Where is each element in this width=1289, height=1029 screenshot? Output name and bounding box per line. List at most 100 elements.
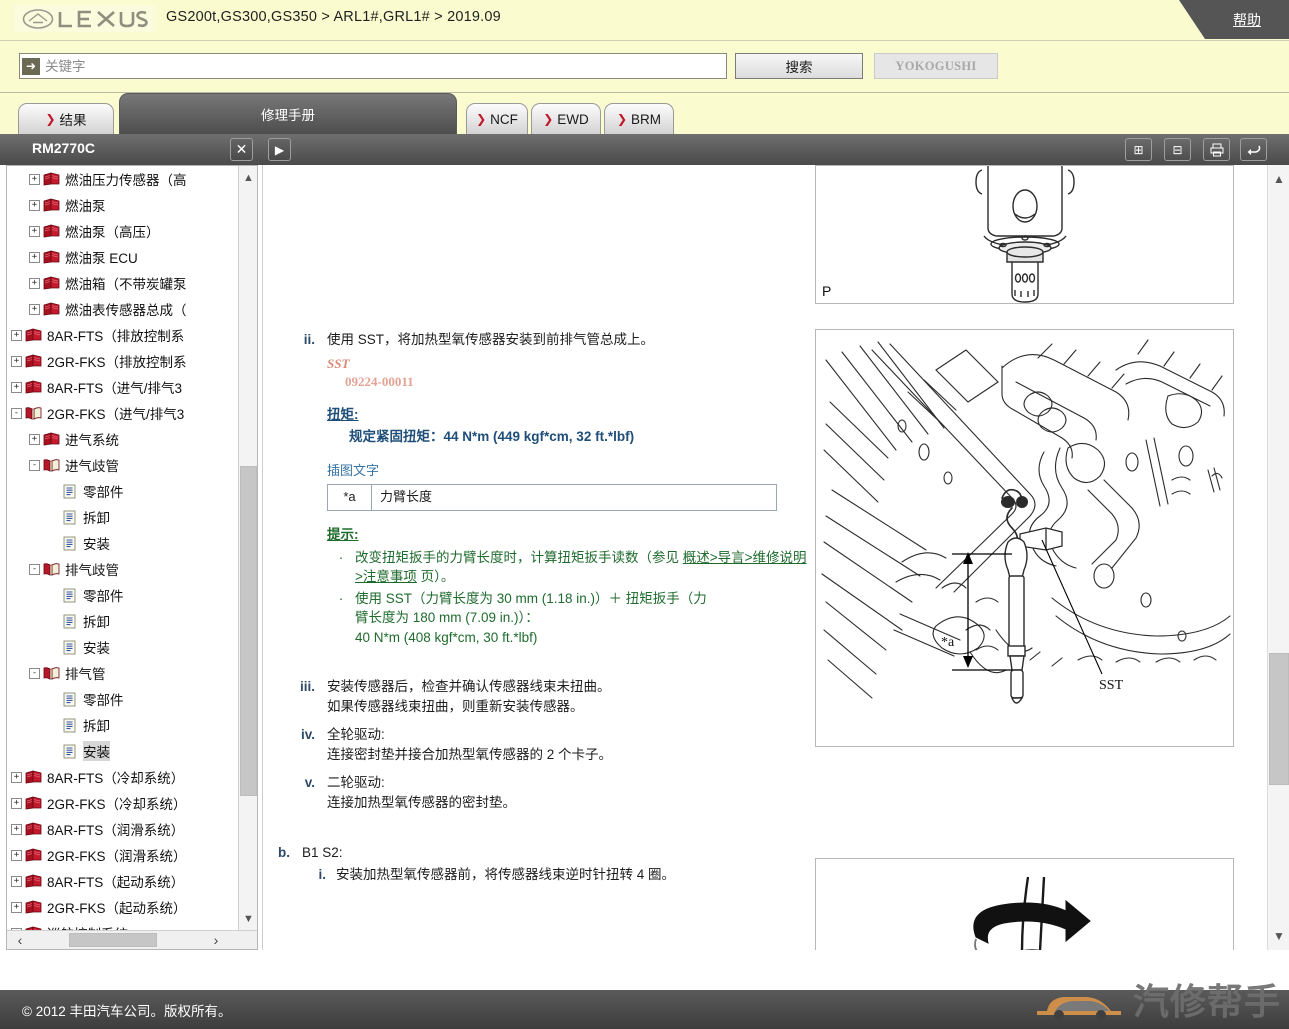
collapse-icon[interactable]: -: [11, 408, 22, 419]
step-iii: iii. 安装传感器后，检查并确认传感器线束未扭曲。 如果传感器线束扭曲，则重新…: [293, 677, 813, 716]
tab-repair-manual[interactable]: 修理手册: [119, 93, 457, 134]
expand-icon[interactable]: +: [29, 278, 40, 289]
expand-icon[interactable]: +: [29, 304, 40, 315]
help-button[interactable]: 帮助: [1205, 0, 1289, 39]
collapse-icon[interactable]: -: [29, 668, 40, 679]
illustration-value: 力臂长度: [372, 485, 777, 511]
tree-item-4[interactable]: +燃油箱（不带炭罐泵: [7, 270, 239, 296]
tree-item-3[interactable]: + 燃油泵 ECU: [7, 244, 239, 270]
closed-book-icon: [25, 796, 42, 811]
closed-book-icon: [43, 250, 60, 265]
expand-icon[interactable]: +: [11, 876, 22, 887]
sst-label: SST: [327, 355, 813, 374]
tree-item-22[interactable]: 安装: [7, 738, 239, 764]
expand-icon[interactable]: +: [11, 772, 22, 783]
tree-scrollbar-thumb[interactable]: [240, 466, 257, 796]
next-button[interactable]: ▶: [268, 138, 291, 161]
tree-hscrollbar-thumb[interactable]: [69, 933, 157, 947]
closed-book-icon: [25, 848, 42, 863]
tree-item-0[interactable]: +燃油压力传感器（高: [7, 166, 239, 192]
tree-item-28[interactable]: +2GR-FKS（起动系统）: [7, 894, 239, 920]
expand-icon[interactable]: +: [11, 850, 22, 861]
expand-icon[interactable]: +: [11, 824, 22, 835]
spacer-icon: [47, 642, 58, 653]
tree-item-20[interactable]: 零部件: [7, 686, 239, 712]
yokogushi-button[interactable]: YOKOGUSHI: [874, 53, 998, 79]
back-button[interactable]: [1240, 138, 1267, 161]
tab-brm[interactable]: ❯ BRM: [604, 103, 674, 134]
expand-icon[interactable]: +: [11, 356, 22, 367]
print-button[interactable]: [1203, 138, 1230, 161]
expand-icon[interactable]: +: [29, 252, 40, 263]
expand-all-button[interactable]: ⊞: [1125, 138, 1152, 161]
expand-icon[interactable]: +: [11, 382, 22, 393]
tree-item-24[interactable]: +2GR-FKS（冷却系统）: [7, 790, 239, 816]
tree-item-2[interactable]: +燃油泵（高压）: [7, 218, 239, 244]
collapse-all-button[interactable]: ⊟: [1164, 138, 1191, 161]
tree-item-13[interactable]: 拆卸: [7, 504, 239, 530]
tree-item-label: 零部件: [83, 689, 124, 709]
spacer-icon: [47, 694, 58, 705]
expand-icon[interactable]: +: [11, 330, 22, 341]
tree-item-11[interactable]: - 进气歧管: [7, 452, 239, 478]
closed-book-icon: [25, 822, 42, 837]
document-vertical-scrollbar[interactable]: ▲ ▼: [1267, 165, 1289, 950]
step-v-number: v.: [293, 773, 327, 812]
tree-item-9[interactable]: -2GR-FKS（进气/排气3: [7, 400, 239, 426]
watermark-text: 汽修帮手: [1133, 985, 1281, 1021]
expand-icon[interactable]: +: [29, 174, 40, 185]
scroll-right-icon[interactable]: ›: [205, 931, 227, 949]
expand-icon[interactable]: +: [29, 226, 40, 237]
document-scrollbar-thumb[interactable]: [1269, 653, 1289, 785]
tab-results[interactable]: ❯ 结果: [18, 103, 114, 134]
tree-horizontal-scrollbar[interactable]: ‹ ›: [7, 930, 257, 949]
tree-vertical-scrollbar[interactable]: ▲ ▼: [238, 166, 257, 931]
page-icon: [61, 510, 78, 525]
tree-item-6[interactable]: +8AR-FTS（排放控制系: [7, 322, 239, 348]
help-label: 帮助: [1233, 10, 1261, 30]
tree-item-label: 8AR-FTS（进气/排气3: [47, 377, 182, 397]
tree-item-10[interactable]: +进气系统: [7, 426, 239, 452]
search-input[interactable]: [40, 55, 726, 77]
tree-item-5[interactable]: +燃油表传感器总成（: [7, 296, 239, 322]
expand-icon[interactable]: +: [29, 200, 40, 211]
tree-item-14[interactable]: 安装: [7, 530, 239, 556]
tree-item-label: 进气歧管: [65, 455, 119, 475]
close-tree-button[interactable]: ✕: [230, 138, 253, 161]
search-button[interactable]: 搜索: [735, 53, 863, 79]
closed-book-icon: [43, 432, 60, 447]
tree-item-18[interactable]: 安装: [7, 634, 239, 660]
scroll-down-icon[interactable]: ▼: [239, 909, 258, 929]
scroll-up-icon[interactable]: ▲: [1268, 168, 1289, 190]
scroll-down-icon[interactable]: ▼: [1268, 925, 1289, 947]
tree-item-27[interactable]: +8AR-FTS（起动系统）: [7, 868, 239, 894]
tab-ncf[interactable]: ❯ NCF: [466, 103, 528, 134]
tree-item-1[interactable]: +燃油泵: [7, 192, 239, 218]
tree-item-15[interactable]: -排气歧管: [7, 556, 239, 582]
collapse-icon[interactable]: -: [29, 460, 40, 471]
tree-item-8[interactable]: +8AR-FTS（进气/排气3: [7, 374, 239, 400]
expand-icon[interactable]: +: [11, 798, 22, 809]
tree-item-17[interactable]: 拆卸: [7, 608, 239, 634]
lexus-logo-icon: [22, 9, 148, 29]
tree-scroll-area[interactable]: +燃油压力传感器（高+燃油泵+燃油泵（高压）+燃油泵 ECU+燃油箱（不带炭罐泵…: [7, 166, 239, 931]
tree-item-7[interactable]: +2GR-FKS（排放控制系: [7, 348, 239, 374]
scroll-left-icon[interactable]: ‹: [9, 931, 31, 949]
closed-book-icon: [43, 224, 60, 239]
list-item: · 改变扭矩扳手的力臂长度时，计算扭矩扳手读数（参见 概述>导言>维修说明>注意…: [327, 548, 813, 587]
tree-item-16[interactable]: 零部件: [7, 582, 239, 608]
tab-strip: ❯ 结果 修理手册 ❯ NCF ❯ EWD ❯ BRM: [0, 93, 1289, 134]
tree-item-23[interactable]: +8AR-FTS（冷却系统）: [7, 764, 239, 790]
closed-book-icon: [25, 354, 42, 369]
tree-item-26[interactable]: +2GR-FKS（润滑系统）: [7, 842, 239, 868]
tree-item-21[interactable]: 拆卸: [7, 712, 239, 738]
tree-item-label: 燃油泵 ECU: [65, 247, 138, 267]
expand-icon[interactable]: +: [29, 434, 40, 445]
tree-item-19[interactable]: -排气管: [7, 660, 239, 686]
tree-item-25[interactable]: +8AR-FTS（润滑系统）: [7, 816, 239, 842]
scroll-up-icon[interactable]: ▲: [239, 168, 258, 188]
expand-icon[interactable]: +: [11, 902, 22, 913]
tab-ewd[interactable]: ❯ EWD: [531, 103, 601, 134]
tree-item-12[interactable]: 零部件: [7, 478, 239, 504]
collapse-icon[interactable]: -: [29, 564, 40, 575]
